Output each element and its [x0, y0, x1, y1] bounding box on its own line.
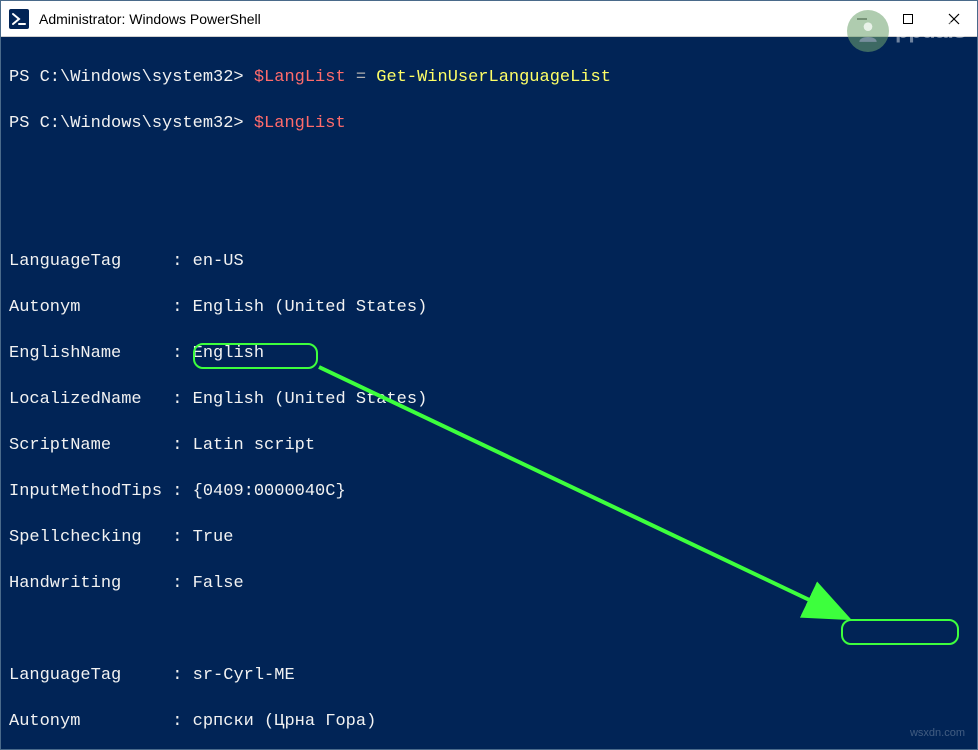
titlebar[interactable]: Administrator: Windows PowerShell	[1, 1, 977, 37]
window-controls	[839, 1, 977, 36]
output-row: Handwriting : False	[9, 572, 969, 595]
terminal-line: PS C:\Windows\system32> $LangList = Get-…	[9, 66, 969, 89]
output-row: Autonym : српски (Црна Гора)	[9, 710, 969, 733]
output-row: LocalizedName : English (United States)	[9, 388, 969, 411]
close-button[interactable]	[931, 1, 977, 36]
terminal-line	[9, 618, 969, 641]
output-row: Spellchecking : True	[9, 526, 969, 549]
terminal-area[interactable]: PS C:\Windows\system32> $LangList = Get-…	[1, 37, 977, 749]
output-row: Autonym : English (United States)	[9, 296, 969, 319]
window-title: Administrator: Windows PowerShell	[39, 11, 839, 27]
output-row: LanguageTag : sr-Cyrl-ME	[9, 664, 969, 687]
output-row: EnglishName : English	[9, 342, 969, 365]
terminal-line: PS C:\Windows\system32> $LangList	[9, 112, 969, 135]
maximize-button[interactable]	[885, 1, 931, 36]
output-row: ScriptName : Latin script	[9, 434, 969, 457]
caption-text: wsxdn.com	[910, 722, 965, 745]
powershell-window: Administrator: Windows PowerShell PS C:\…	[0, 0, 978, 750]
minimize-button[interactable]	[839, 1, 885, 36]
output-row: InputMethodTips : {0409:0000040C}	[9, 480, 969, 503]
terminal-line	[9, 158, 969, 181]
output-row: LanguageTag : en-US	[9, 250, 969, 273]
powershell-icon	[9, 9, 29, 29]
terminal-line	[9, 204, 969, 227]
